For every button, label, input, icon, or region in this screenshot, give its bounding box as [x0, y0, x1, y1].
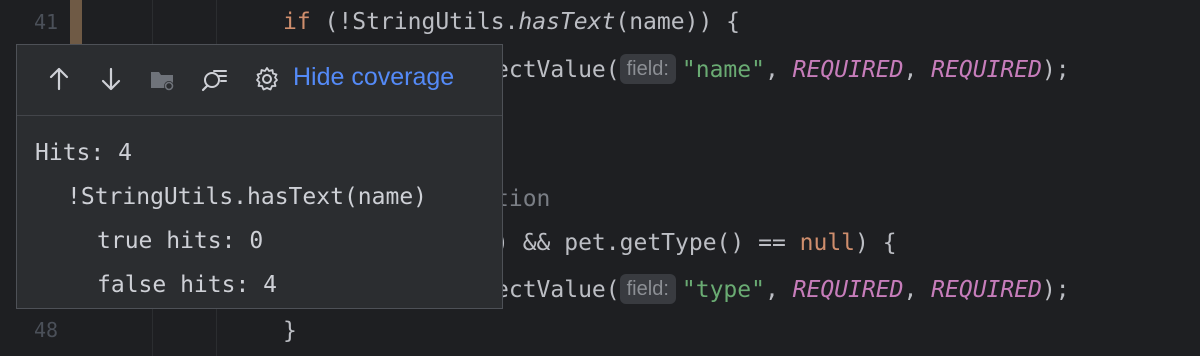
code-line-type-check: ) && pet.getType() == null) {: [495, 230, 897, 256]
code-line-if: if (!StringUtils.hasText(name)) {: [283, 9, 740, 35]
code-text: ectValue(: [495, 57, 620, 83]
coverage-marker[interactable]: [70, 0, 82, 44]
string-literal: "type": [681, 277, 765, 303]
false-hits: false hits: 4: [97, 272, 278, 298]
code-text: );: [1041, 57, 1070, 83]
code-line-comment: tion: [495, 186, 551, 212]
code-line-reject-type: ectValue(field: "type", REQUIRED, REQUIRE…: [495, 274, 1070, 304]
folder-icon[interactable]: [148, 65, 176, 93]
constant: REQUIRED: [792, 57, 904, 83]
code-line-reject-name: ectValue(field: "name", REQUIRED, REQUIRE…: [495, 54, 1070, 84]
keyword: if: [283, 9, 311, 35]
hits-total: Hits: 4: [35, 140, 132, 166]
code-text: ,: [764, 57, 793, 83]
search-details-icon[interactable]: [201, 65, 229, 93]
code-text: ) {: [855, 230, 897, 256]
true-hits: true hits: 0: [97, 228, 264, 254]
code-text: ) && pet.getType() ==: [495, 230, 800, 256]
constant: REQUIRED: [792, 277, 904, 303]
code-text: (name)) {: [615, 9, 740, 35]
parameter-hint: field:: [619, 274, 676, 304]
constant: REQUIRED: [931, 57, 1042, 83]
code-text: );: [1041, 277, 1070, 303]
coverage-details: Hits: 4 !StringUtils.hasText(name) true hi…: [35, 131, 427, 307]
code-text: ectValue(: [495, 277, 620, 303]
arrow-down-icon[interactable]: [97, 65, 125, 93]
code-text: ,: [903, 277, 932, 303]
constant: REQUIRED: [931, 277, 1042, 303]
line-number-48: 48: [34, 318, 59, 342]
coverage-toolbar: Hide coverage: [17, 45, 502, 116]
code-text: ,: [764, 277, 793, 303]
string-literal: "name": [681, 57, 765, 83]
gear-icon[interactable]: [253, 65, 281, 93]
hide-coverage-link[interactable]: Hide coverage: [293, 63, 454, 92]
keyword: null: [799, 230, 856, 256]
line-number-41: 41: [34, 10, 59, 34]
arrow-up-icon[interactable]: [45, 65, 73, 93]
parameter-hint: field:: [619, 54, 676, 84]
method-name: hasText: [518, 9, 616, 35]
code-text: ,: [903, 57, 932, 83]
condition-expression: !StringUtils.hasText(name): [67, 184, 428, 210]
coverage-popup: Hide coverage Hits: 4 !StringUtils.hasTex…: [16, 44, 503, 309]
code-line-closing-brace: }: [283, 318, 297, 344]
code-text: (!StringUtils.: [310, 9, 519, 35]
